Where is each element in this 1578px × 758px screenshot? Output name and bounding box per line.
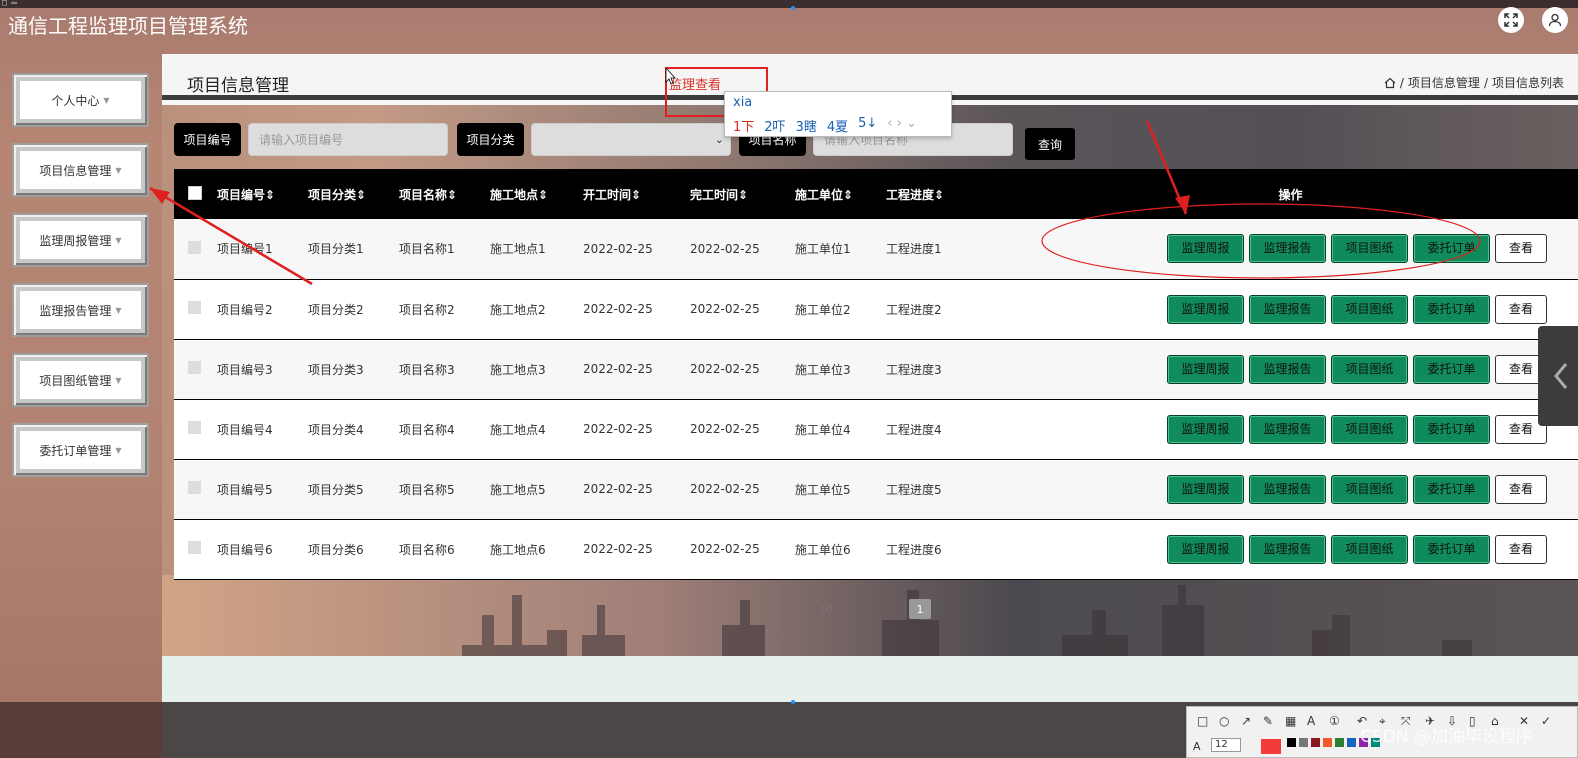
color-swatch[interactable] — [1335, 738, 1344, 747]
annotation-ellipse — [1041, 203, 1481, 279]
color-swatch[interactable] — [1323, 738, 1332, 747]
color-swatch[interactable] — [1311, 738, 1320, 747]
ellipse-tool-icon[interactable]: ○ — [1219, 714, 1229, 728]
color-swatch[interactable] — [1299, 738, 1308, 747]
rectangle-tool-icon[interactable]: □ — [1197, 714, 1208, 728]
text-tool-icon[interactable]: A — [1307, 714, 1315, 728]
annotation-arrowhead — [1175, 195, 1190, 214]
annotation-arrow — [149, 186, 313, 286]
mouse-cursor-icon — [665, 66, 676, 85]
annotation-arrowhead — [150, 188, 170, 204]
current-color-swatch[interactable] — [1261, 739, 1281, 754]
side-panel-toggle[interactable] — [1538, 326, 1578, 426]
font-icon: A — [1193, 740, 1201, 753]
font-size-select[interactable]: 12 — [1211, 738, 1241, 752]
watermark: CSDN @加油毕设程序 — [1360, 727, 1533, 747]
color-swatch[interactable] — [1287, 738, 1296, 747]
confirm-icon[interactable]: ✓ — [1541, 714, 1551, 728]
mosaic-tool-icon[interactable]: ▦ — [1285, 714, 1296, 728]
pen-tool-icon[interactable]: ✎ — [1263, 714, 1273, 728]
screen: □ ▭ 通信工程监理项目管理系统 个人中心 ▼ 项目信息管理 ▼ 监理周报管理 ▼ 监… — [0, 0, 1578, 758]
annotation-layer — [149, 66, 1481, 286]
arrow-tool-icon[interactable]: ↗ — [1241, 714, 1251, 728]
chevron-left-icon — [1554, 363, 1568, 389]
number-tool-icon[interactable]: ① — [1329, 714, 1340, 728]
selection-handle[interactable] — [791, 700, 795, 704]
color-swatch[interactable] — [1347, 738, 1356, 747]
